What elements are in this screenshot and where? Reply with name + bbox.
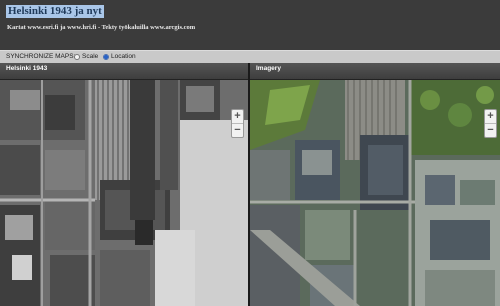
zoom-out-button-left[interactable]: − <box>232 123 243 137</box>
app-header: Helsinki 1943 ja nyt Kartat www.esri.fi … <box>0 0 500 50</box>
scale-radio-label[interactable]: Scale <box>82 51 98 63</box>
zoom-control-left: + − <box>231 109 244 138</box>
panel-title-imagery: Imagery <box>250 63 500 80</box>
historical-aerial-image[interactable] <box>0 80 248 306</box>
synchronize-maps-bar: SYNCHRONIZE MAPS: Scale Location <box>0 50 500 64</box>
location-radio-label[interactable]: Location <box>111 51 136 63</box>
synchronize-maps-label: SYNCHRONIZE MAPS: <box>6 53 76 60</box>
historical-aerial-map[interactable]: + − <box>0 80 248 306</box>
page-subtitle: Kartat www.esri.fi ja www.hri.fi - Tekty… <box>7 24 196 31</box>
satellite-image[interactable] <box>250 80 500 306</box>
zoom-in-button-left[interactable]: + <box>232 110 243 123</box>
zoom-out-button-right[interactable]: − <box>485 123 496 137</box>
panel-title-helsinki-1943: Helsinki 1943 <box>0 63 248 80</box>
map-panel-helsinki-1943: Helsinki 1943 + − <box>0 63 248 306</box>
scale-radio[interactable] <box>74 54 80 60</box>
imagery-map[interactable]: + − <box>250 80 500 306</box>
page-title: Helsinki 1943 ja nyt <box>6 5 104 18</box>
map-panel-imagery: Imagery + − <box>250 63 500 306</box>
zoom-control-right: + − <box>484 109 497 138</box>
zoom-in-button-right[interactable]: + <box>485 110 496 123</box>
location-radio[interactable] <box>103 54 109 60</box>
